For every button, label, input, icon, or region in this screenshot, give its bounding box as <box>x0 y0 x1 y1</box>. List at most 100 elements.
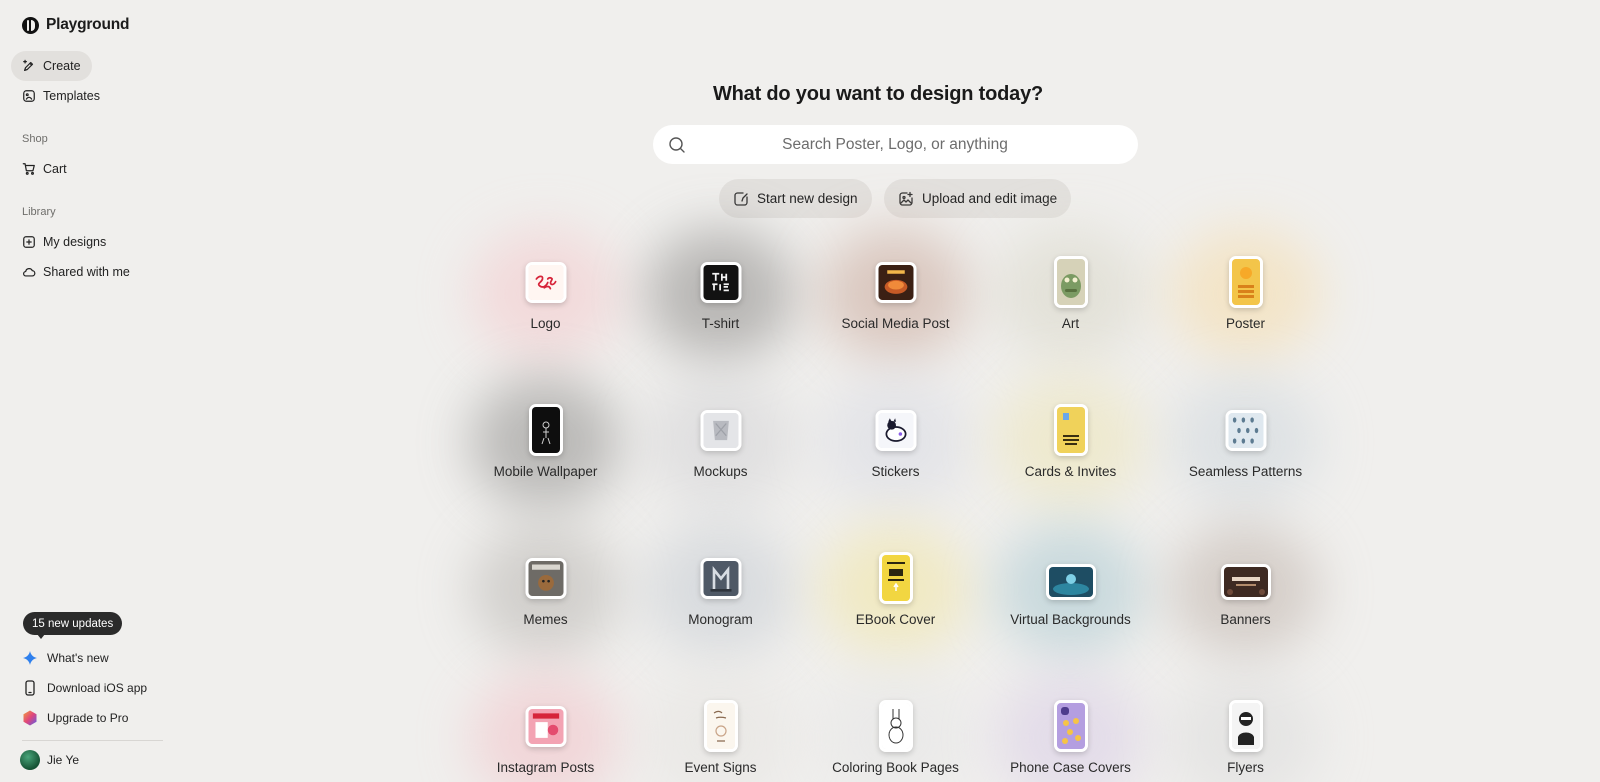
image-upload-icon <box>899 191 913 206</box>
cloud-icon <box>23 268 36 277</box>
category-grid: Logo T-shirt Social Media Post Art Poste… <box>458 220 1333 782</box>
search-icon <box>669 136 685 153</box>
category-label: Mobile Wallpaper <box>493 464 598 479</box>
ebook-thumbnail <box>878 552 913 604</box>
event-sign-thumbnail <box>703 700 738 752</box>
user-name: Jie Ye <box>47 753 80 767</box>
category-social-media-post[interactable]: Social Media Post <box>808 220 983 368</box>
category-poster[interactable]: Poster <box>1158 220 1333 368</box>
category-label: T-shirt <box>701 316 740 331</box>
category-ebook-cover[interactable]: EBook Cover <box>808 516 983 664</box>
monogram-thumbnail <box>700 558 741 599</box>
brand[interactable]: Playground <box>22 16 129 34</box>
category-label: Monogram <box>688 612 753 627</box>
banner-thumbnail <box>1220 564 1271 600</box>
category-label: Logo <box>530 316 561 331</box>
category-tshirt[interactable]: T-shirt <box>633 220 808 368</box>
sidebar-item-cart[interactable]: Cart <box>11 154 78 184</box>
upload-edit-image-button[interactable]: Upload and edit image <box>884 179 1072 218</box>
category-label: Art <box>1061 316 1080 331</box>
library-section-label: Library <box>22 206 56 218</box>
brand-name: Playground <box>46 16 130 33</box>
phone-case-thumbnail <box>1053 700 1088 752</box>
art-thumbnail <box>1053 256 1088 308</box>
upload-edit-image-label: Upload and edit image <box>922 191 1058 206</box>
playground-logo-icon <box>22 16 39 34</box>
category-banners[interactable]: Banners <box>1158 516 1333 664</box>
sidebar-item-create[interactable]: Create <box>11 51 92 81</box>
search-input[interactable] <box>686 135 1138 154</box>
sidebar-item-label: Templates <box>43 89 100 103</box>
logo-thumbnail <box>525 262 566 303</box>
upgrade-pro-link[interactable]: Upgrade to Pro <box>22 710 128 726</box>
coloring-thumbnail <box>878 700 913 752</box>
category-label: Poster <box>1225 316 1266 331</box>
flyer-thumbnail <box>1228 700 1263 752</box>
category-coloring-book-pages[interactable]: Coloring Book Pages <box>808 664 983 782</box>
category-instagram-posts[interactable]: Instagram Posts <box>458 664 633 782</box>
category-label: Instagram Posts <box>496 760 595 775</box>
category-seamless-patterns[interactable]: Seamless Patterns <box>1158 368 1333 516</box>
sidebar-item-my-designs[interactable]: My designs <box>11 227 117 257</box>
template-icon <box>23 90 35 102</box>
wallpaper-thumbnail <box>528 404 563 456</box>
phone-icon <box>22 680 38 696</box>
pattern-thumbnail <box>1225 410 1266 451</box>
start-new-design-label: Start new design <box>757 191 858 206</box>
sidebar: Playground Create Templates Shop Cart Li… <box>0 0 175 782</box>
category-label: Flyers <box>1227 760 1264 775</box>
social-post-thumbnail <box>875 262 916 303</box>
start-new-design-button[interactable]: Start new design <box>719 179 872 218</box>
category-cards-invites[interactable]: Cards & Invites <box>983 368 1158 516</box>
sidebar-item-label: Create <box>43 59 81 73</box>
mockup-thumbnail <box>700 410 741 451</box>
whats-new-label: What's new <box>47 651 109 665</box>
avatar <box>20 750 40 770</box>
sidebar-item-templates[interactable]: Templates <box>11 81 111 111</box>
sparkle-icon <box>22 650 38 666</box>
download-ios-label: Download iOS app <box>47 681 148 695</box>
pro-hexagon-icon <box>22 710 38 726</box>
category-virtual-backgrounds[interactable]: Virtual Backgrounds <box>983 516 1158 664</box>
category-flyers[interactable]: Flyers <box>1158 664 1333 782</box>
page-title: What do you want to design today? <box>712 83 1044 105</box>
upgrade-pro-label: Upgrade to Pro <box>47 711 129 725</box>
download-ios-link[interactable]: Download iOS app <box>22 680 147 696</box>
cart-icon <box>22 163 35 175</box>
category-label: Coloring Book Pages <box>832 760 959 775</box>
virtual-bg-thumbnail <box>1045 564 1096 600</box>
poster-thumbnail <box>1228 256 1263 308</box>
category-event-signs[interactable]: Event Signs <box>633 664 808 782</box>
search-bar[interactable] <box>653 125 1138 164</box>
category-label: Mockups <box>693 464 748 479</box>
category-mockups[interactable]: Mockups <box>633 368 808 516</box>
meme-thumbnail <box>525 558 566 599</box>
category-art[interactable]: Art <box>983 220 1158 368</box>
category-logo[interactable]: Logo <box>458 220 633 368</box>
category-mobile-wallpaper[interactable]: Mobile Wallpaper <box>458 368 633 516</box>
new-design-icon <box>734 191 748 206</box>
category-label: Memes <box>523 612 568 627</box>
shop-section-label: Shop <box>22 133 48 145</box>
sidebar-item-label: My designs <box>43 235 107 249</box>
category-phone-case-covers[interactable]: Phone Case Covers <box>983 664 1158 782</box>
category-monogram[interactable]: Monogram <box>633 516 808 664</box>
instagram-thumbnail <box>525 706 566 747</box>
whats-new-link[interactable]: What's new <box>22 650 109 666</box>
category-label: EBook Cover <box>855 612 936 627</box>
sidebar-item-label: Shared with me <box>43 265 130 279</box>
pen-sparkle-icon <box>23 59 34 71</box>
user-profile[interactable]: Jie Ye <box>20 750 79 770</box>
category-label: Virtual Backgrounds <box>1010 612 1131 627</box>
category-label: Phone Case Covers <box>1010 760 1131 775</box>
category-label: Cards & Invites <box>1024 464 1117 479</box>
sidebar-item-label: Cart <box>43 162 67 176</box>
category-stickers[interactable]: Stickers <box>808 368 983 516</box>
sticker-thumbnail <box>875 410 916 451</box>
category-memes[interactable]: Memes <box>458 516 633 664</box>
sidebar-item-shared[interactable]: Shared with me <box>11 257 141 287</box>
folder-plus-icon <box>23 236 35 248</box>
updates-badge[interactable]: 15 new updates <box>23 612 123 639</box>
category-label: Social Media Post <box>841 316 950 331</box>
category-label: Event Signs <box>684 760 757 775</box>
